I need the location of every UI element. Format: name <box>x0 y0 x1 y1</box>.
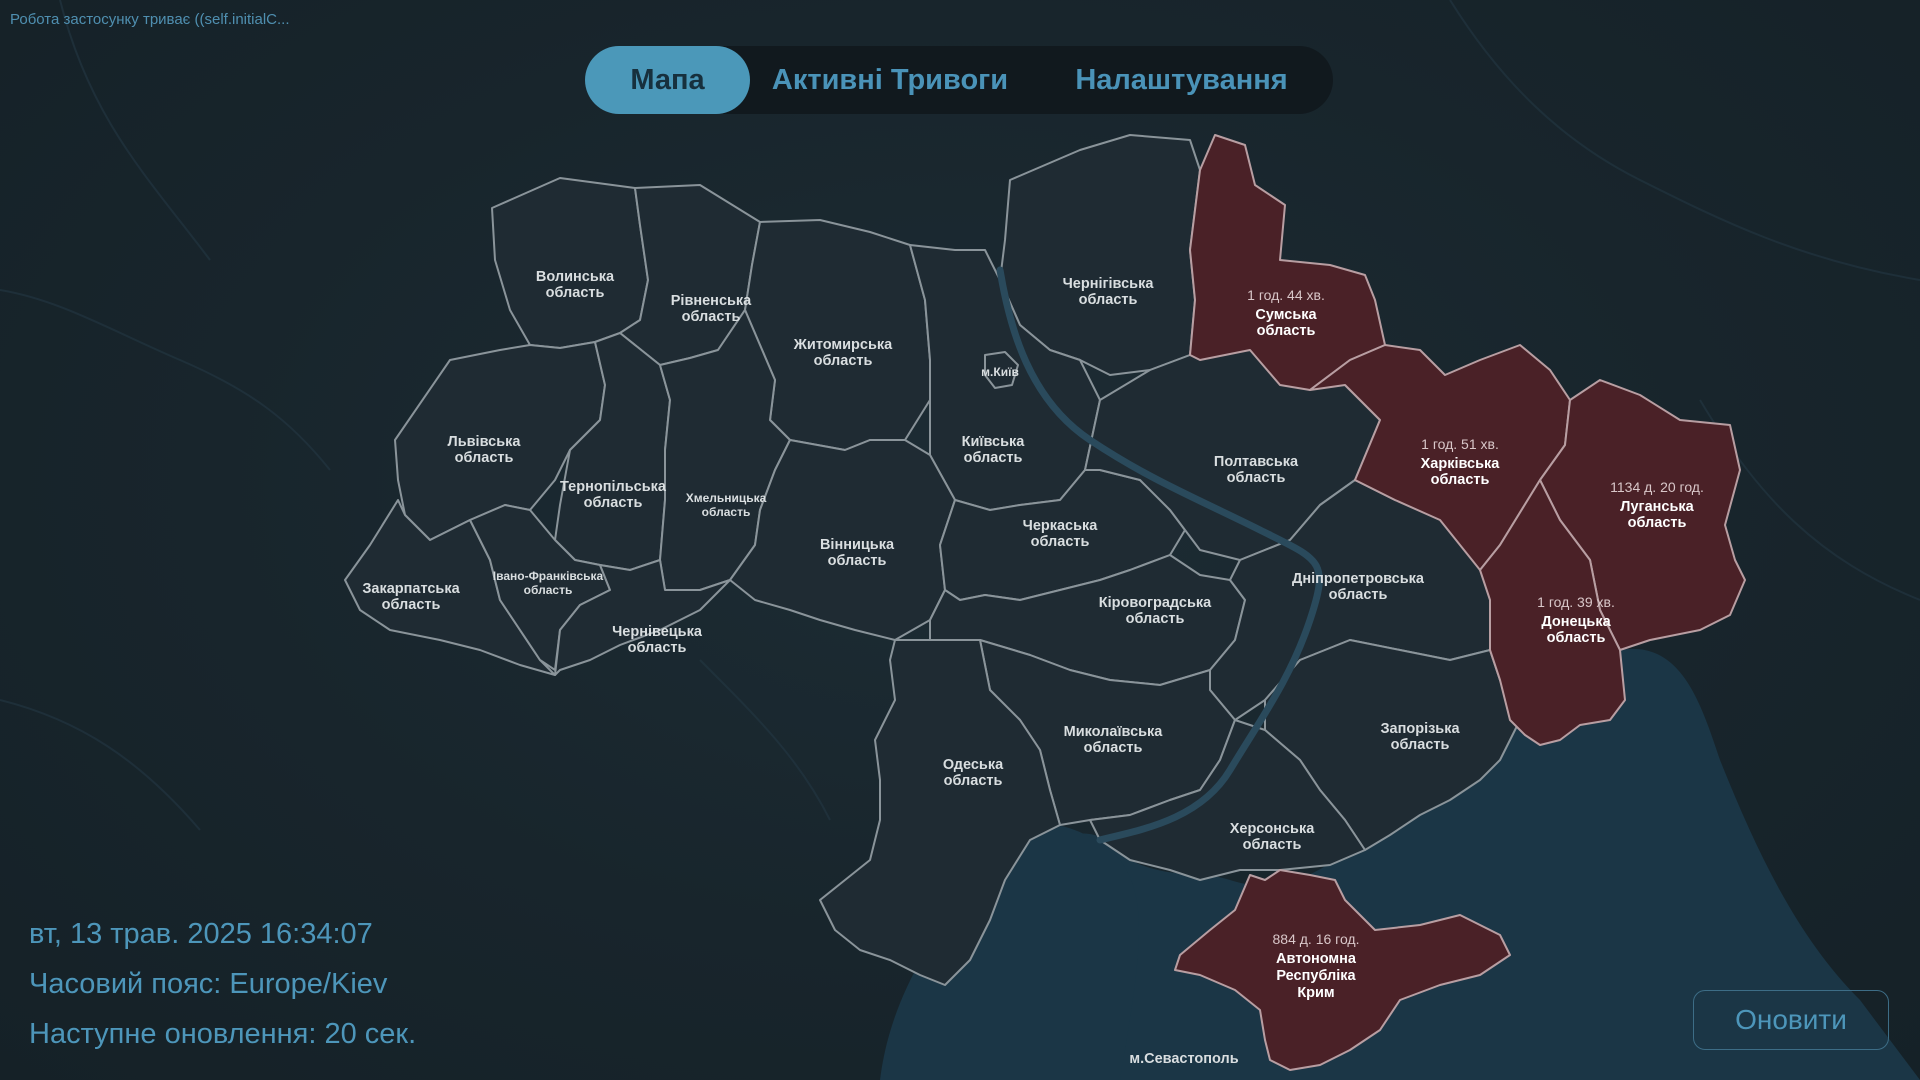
alert-name-donetsk: Донецька область <box>1541 614 1611 646</box>
tab-map[interactable]: Мапа <box>585 46 750 114</box>
refresh-button[interactable]: Оновити <box>1693 990 1889 1050</box>
alert-duration-sumy: 1 год. 44 хв. <box>1247 287 1325 303</box>
alert-label-kharkiv: 1 год. 51 хв. Харківська область <box>1421 436 1501 488</box>
alert-duration-donetsk: 1 год. 39 хв. <box>1537 594 1615 610</box>
alert-duration-luhansk: 1134 д. 20 год. <box>1610 479 1704 495</box>
label-volyn: Волинська область <box>536 269 615 301</box>
label-sevastopol: м.Севастополь <box>1129 1051 1238 1067</box>
label-rivne: Рівненська область <box>671 293 752 325</box>
label-lviv: Львівська область <box>448 434 522 466</box>
label-kyiv-oblast: Київська область <box>962 434 1026 466</box>
region-volyn[interactable] <box>491 177 649 349</box>
label-kyiv-city: м.Київ <box>981 365 1019 379</box>
tab-settings[interactable]: Налаштування <box>1030 46 1333 114</box>
alert-duration-kharkiv: 1 год. 51 хв. <box>1421 436 1499 452</box>
regions-group <box>344 134 1521 986</box>
alert-label-sumy: 1 год. 44 хв. Сумська область <box>1247 287 1325 339</box>
label-zaporizhzhia: Запорізька область <box>1380 721 1460 753</box>
alert-region-sumy[interactable] <box>1189 134 1386 391</box>
alert-name-luhansk: Луганська область <box>1620 499 1694 531</box>
region-zhytomyr[interactable] <box>744 219 931 451</box>
alert-name-kharkiv: Харківська область <box>1421 456 1501 488</box>
timezone-info: Часовий пояс: Europe/Kiev <box>29 968 388 1000</box>
tab-active-alerts[interactable]: Активні Тривоги <box>750 46 1030 114</box>
label-cherkasy: Черкаська область <box>1023 518 1099 550</box>
alert-label-donetsk: 1 год. 39 хв. Донецька область <box>1537 594 1615 646</box>
alert-duration-crimea: 884 д. 16 год. <box>1273 931 1360 947</box>
current-datetime: вт, 13 трав. 2025 16:34:07 <box>29 918 373 950</box>
alert-name-sumy: Сумська область <box>1255 307 1317 339</box>
app-window: Волинська область Рівненська область Житом… <box>0 0 1920 1080</box>
tab-bar: Мапа Активні Тривоги Налаштування <box>585 46 1333 114</box>
label-vinnytsia: Вінницька область <box>820 537 895 569</box>
label-odesa: Одеська область <box>943 757 1004 789</box>
next-update-countdown: Наступне оновлення: 20 сек. <box>29 1018 417 1050</box>
status-banner: Робота застосунку триває ((self.initialC… <box>10 11 290 28</box>
